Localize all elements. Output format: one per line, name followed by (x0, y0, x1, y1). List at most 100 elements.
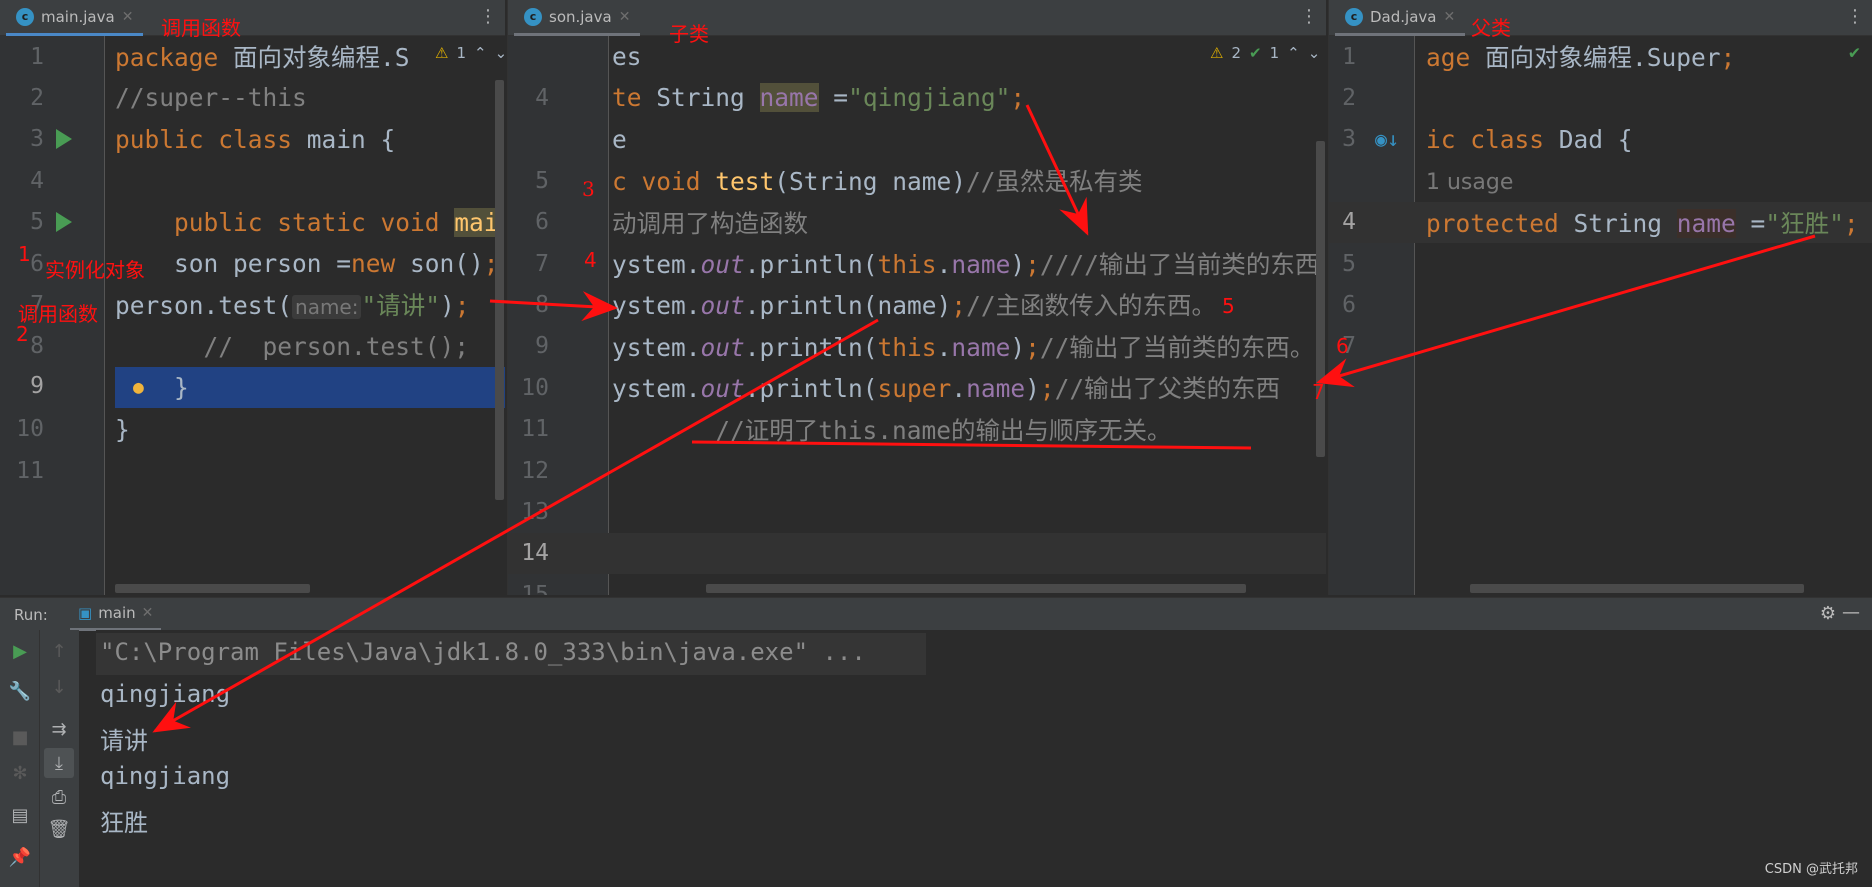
code-line[interactable]: 7 ystem.out.println(this.name);////输出了当前类… (508, 243, 1326, 284)
code-token: // person.test(); (115, 331, 470, 361)
console-output[interactable]: "C:\Program Files\Java\jdk1.8.0_333\bin\… (96, 630, 1872, 887)
line-number: 8 (535, 291, 549, 318)
code-line[interactable]: 11 (0, 450, 505, 491)
annotation-label: 4 (584, 248, 597, 272)
code-token: ; (1039, 374, 1055, 404)
no-problems-check-icon[interactable]: ✔ (1849, 42, 1860, 63)
code-line[interactable]: 6 动调用了构造函数 (508, 202, 1326, 243)
code-line[interactable]: 14 (508, 532, 1326, 574)
run-gutter-icon[interactable] (56, 212, 72, 233)
run-tab-main[interactable]: ▣ main ✕ (70, 598, 162, 631)
lightbulb-icon[interactable]: ● (133, 377, 144, 398)
previous-highlight-icon[interactable]: ⌃ (474, 44, 487, 62)
code-token: out (700, 332, 745, 362)
horizontal-scrollbar[interactable] (115, 584, 310, 593)
code-line[interactable]: } (115, 367, 505, 409)
delete-icon[interactable]: 🗑 (44, 814, 74, 844)
vertical-scrollbar[interactable] (495, 80, 504, 500)
wrench-icon[interactable]: 🔧 (5, 676, 35, 706)
tab-dad-java[interactable]: c Dad.java ✕ (1335, 0, 1466, 36)
close-icon[interactable]: ✕ (1443, 9, 1455, 25)
code-line[interactable]: es (508, 36, 1326, 77)
next-highlight-icon[interactable]: ⌄ (495, 44, 505, 62)
annotation-label: 5 (1222, 294, 1235, 318)
settings-gear-icon[interactable]: ⚙ (1820, 603, 1836, 624)
minimize-icon[interactable]: — (1842, 602, 1860, 623)
close-icon[interactable]: ✕ (142, 605, 154, 621)
code-line[interactable]: 6 (1329, 284, 1872, 325)
down-arrow-icon[interactable]: ↓ (44, 672, 74, 702)
code-token: public static void (174, 207, 455, 237)
code-line[interactable]: 3 ic class Dad {◉↓ (1329, 119, 1872, 160)
run-gutter-icon[interactable] (56, 129, 72, 150)
code-token: ; (1025, 250, 1040, 279)
tab-son-java[interactable]: c son.java ✕ (514, 0, 641, 36)
code-line[interactable]: 9 ystem.out.println(this.name);//输出了当前类的东… (508, 326, 1326, 367)
code-line[interactable]: 4 protected String name ="狂胜"; (1329, 201, 1872, 243)
code-token: ystem. (612, 291, 701, 321)
code-line[interactable]: 8 ystem.out.println(name);//主函数传入的东西。 (508, 284, 1326, 325)
more-options-icon[interactable]: ⋮ (1300, 6, 1318, 27)
code-line[interactable]: 13 (508, 491, 1326, 532)
code-line[interactable]: 1 package 面向对象编程.S (0, 36, 505, 77)
line-number: 4 (30, 167, 44, 194)
horizontal-scrollbar[interactable] (1470, 584, 1804, 593)
horizontal-scrollbar[interactable] (706, 584, 1246, 593)
close-icon[interactable]: ✕ (122, 9, 134, 25)
previous-highlight-icon[interactable]: ⌃ (1287, 44, 1300, 62)
layout-icon[interactable]: ▤ (5, 800, 35, 830)
code-token: ystem. (612, 374, 701, 404)
warning-icon: ⚠ (435, 44, 449, 62)
code-line[interactable]: 1 usage (1329, 160, 1872, 201)
more-options-icon[interactable]: ⋮ (479, 6, 497, 27)
code-line[interactable]: 4 te String name ="qingjiang"; (508, 77, 1326, 118)
code-line[interactable]: 11 //证明了this.name的输出与顺序无关。 (508, 409, 1326, 450)
vertical-scrollbar[interactable] (1316, 141, 1325, 457)
code-line[interactable]: 5 c void test(String name)//虽然是私有类 (508, 160, 1326, 201)
up-arrow-icon[interactable]: ↑ (44, 636, 74, 666)
editor-dad-java[interactable]: c Dad.java ✕ ⋮ 1 age 面向对象编程.Super; 2 3 ic clas… (1328, 0, 1872, 595)
code-text: package 面向对象编程.S (115, 39, 410, 74)
annotation-label: 调用函数 (161, 16, 241, 40)
code-line[interactable]: 7 (1329, 326, 1872, 367)
stop-icon[interactable]: ■ (5, 722, 35, 752)
code-text: c void test(String name)//虽然是私有类 (612, 163, 1143, 198)
tab-main-java[interactable]: c main.java ✕ (6, 0, 144, 36)
code-token: String (1573, 208, 1677, 238)
code-line[interactable]: e (508, 119, 1326, 160)
code-token: e (612, 124, 627, 154)
code-line[interactable]: 3 public class main { (0, 119, 505, 160)
code-text: ystem.out.println(this.name);////输出了当前类的… (612, 246, 1319, 281)
code-line[interactable]: 1 age 面向对象编程.Super; (1329, 36, 1872, 77)
print-icon[interactable]: ⎙ (44, 782, 74, 812)
next-highlight-icon[interactable]: ⌄ (1308, 44, 1321, 62)
code-text: //super--this (115, 83, 307, 112)
overridden-gutter-icon[interactable]: ◉↓ (1375, 127, 1399, 151)
close-icon[interactable]: ✕ (619, 9, 631, 25)
code-token: protected (1426, 208, 1574, 238)
code-text: public static void mai (115, 207, 499, 237)
code-line[interactable]: 5 (1329, 243, 1872, 284)
code-line[interactable]: 10} (0, 409, 505, 450)
code-line[interactable]: 2 //super--this (0, 77, 505, 118)
code-line[interactable]: 5 public static void mai (0, 202, 505, 243)
line-number: 15 (521, 581, 549, 595)
editor-son-java[interactable]: c son.java ✕ ⋮ es 4 te String name ="qingjia… (507, 0, 1326, 595)
code-line[interactable]: 8 // person.test(); (0, 326, 505, 367)
code-line[interactable]: 2 (1329, 77, 1872, 118)
scroll-to-end-icon[interactable]: ⤓ (44, 748, 74, 778)
line-number: 6 (1342, 291, 1356, 318)
pin-icon[interactable]: 📌 (5, 842, 35, 872)
soft-wrap-icon[interactable]: ⇉ (44, 714, 74, 744)
more-options-icon[interactable]: ⋮ (1846, 6, 1864, 27)
code-line[interactable]: 12 (508, 450, 1326, 491)
rerun-icon[interactable]: ▶ (5, 636, 35, 666)
code-line[interactable]: 4 (0, 160, 505, 201)
code-token: 1 usage (1426, 170, 1514, 196)
restart-icon[interactable]: ✻ (5, 758, 35, 788)
class-icon: c (524, 7, 542, 26)
code-line[interactable]: 10 ystem.out.println(super.name);//输出了父类的… (508, 367, 1326, 408)
inspection-widget[interactable]: ⚠ 1 ⌃ ⌄ (435, 44, 505, 62)
inspection-widget[interactable]: ⚠ 2 ✔ 1 ⌃ ⌄ (1210, 44, 1321, 62)
annotation-label: 6 (1336, 334, 1349, 358)
